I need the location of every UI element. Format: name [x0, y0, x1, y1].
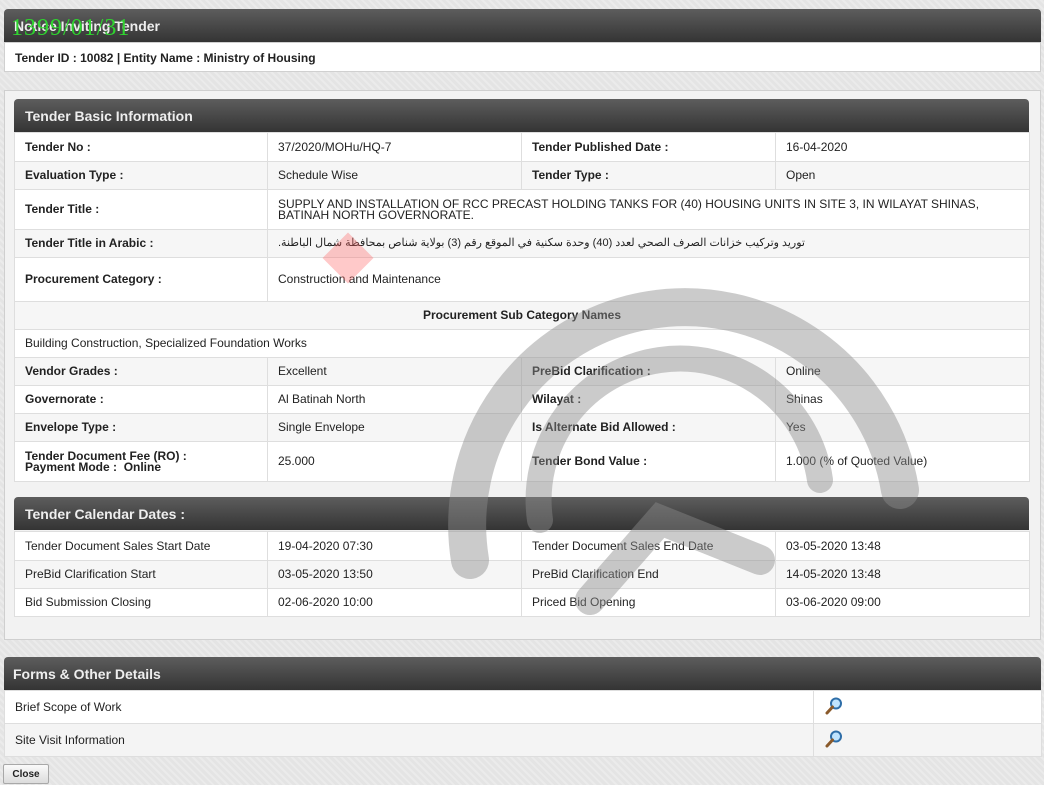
- table-row: Envelope Type : Single Envelope Is Alter…: [14, 413, 1030, 442]
- vendor-grades-value: Excellent: [267, 357, 522, 386]
- tender-title-arabic-label: Tender Title in Arabic :: [14, 229, 268, 258]
- forms-table: Brief Scope of Work Site Visit Informati…: [4, 690, 1042, 757]
- procurement-category-label: Procurement Category :: [14, 257, 268, 302]
- sales-end-label: Tender Document Sales End Date: [521, 531, 776, 561]
- table-row: Tender No : 37/2020/MOHu/HQ-7 Tender Pub…: [14, 132, 1030, 162]
- basic-info-title: Tender Basic Information: [25, 108, 193, 124]
- prebid-start-value: 03-05-2020 13:50: [267, 560, 522, 589]
- basic-info-table: Tender No : 37/2020/MOHu/HQ-7 Tender Pub…: [14, 132, 1030, 482]
- site-visit-label: Site Visit Information: [4, 723, 814, 757]
- table-row: Governorate : Al Batinah North Wilayat :…: [14, 385, 1030, 414]
- site-visit-view-cell: [813, 723, 1042, 757]
- list-item: Brief Scope of Work: [4, 690, 1042, 724]
- envelope-type-value: Single Envelope: [267, 413, 522, 442]
- sales-start-value: 19-04-2020 07:30: [267, 531, 522, 561]
- table-row: Procurement Category : Construction and …: [14, 257, 1030, 302]
- alternate-bid-value: Yes: [775, 413, 1030, 442]
- table-row: Tender Document Fee (RO) : Payment Mode …: [14, 441, 1030, 482]
- procurement-category-value: Construction and Maintenance: [267, 257, 1030, 302]
- sales-start-label: Tender Document Sales Start Date: [14, 531, 268, 561]
- evaluation-type-value: Schedule Wise: [267, 161, 522, 190]
- brief-scope-view-cell: [813, 690, 1042, 724]
- prebid-end-value: 14-05-2020 13:48: [775, 560, 1030, 589]
- tender-no-value: 37/2020/MOHu/HQ-7: [267, 132, 522, 162]
- close-button[interactable]: Close: [3, 764, 49, 784]
- tender-title-value: SUPPLY AND INSTALLATION OF RCC PRECAST H…: [267, 189, 1030, 230]
- governorate-label: Governorate :: [14, 385, 268, 414]
- sub-category-header: Procurement Sub Category Names: [14, 301, 1030, 330]
- evaluation-type-label: Evaluation Type :: [14, 161, 268, 190]
- table-row: Tender Document Sales Start Date 19-04-2…: [14, 531, 1030, 561]
- bid-closing-value: 02-06-2020 10:00: [267, 588, 522, 617]
- magnifier-icon[interactable]: [824, 729, 844, 749]
- prebid-end-label: PreBid Clarification End: [521, 560, 776, 589]
- payment-mode-label: Payment Mode :: [25, 459, 118, 474]
- forms-header: Forms & Other Details: [4, 657, 1041, 690]
- magnifier-icon[interactable]: [824, 696, 844, 716]
- tender-title-label: Tender Title :: [14, 189, 268, 230]
- tender-no-label: Tender No :: [14, 132, 268, 162]
- table-row: Tender Title : SUPPLY AND INSTALLATION O…: [14, 189, 1030, 230]
- published-date-value: 16-04-2020: [775, 132, 1030, 162]
- arabic-title-text: توريد وتركيب خزانات الصرف الصحي لعدد (40…: [278, 237, 805, 249]
- calendar-header: Tender Calendar Dates :: [14, 497, 1029, 530]
- governorate-value: Al Batinah North: [267, 385, 522, 414]
- wilayat-label: Wilayat :: [521, 385, 776, 414]
- tender-type-label: Tender Type :: [521, 161, 776, 190]
- tender-bond-value: 1.000 (% of Quoted Value): [775, 441, 1030, 482]
- calendar-table: Tender Document Sales Start Date 19-04-2…: [14, 531, 1030, 617]
- prebid-start-label: PreBid Clarification Start: [14, 560, 268, 589]
- window-title-bar: Notice Inviting Tender: [4, 9, 1041, 42]
- bid-closing-label: Bid Submission Closing: [14, 588, 268, 617]
- priced-bid-opening-label: Priced Bid Opening: [521, 588, 776, 617]
- brief-scope-label: Brief Scope of Work: [4, 690, 814, 724]
- date-stamp: 1399/01/31: [11, 15, 131, 41]
- list-item: Site Visit Information: [4, 723, 1042, 757]
- table-row: Tender Title in Arabic : توريد وتركيب خز…: [14, 229, 1030, 258]
- document-fee-value: 25.000: [267, 441, 522, 482]
- payment-mode-value: Online: [123, 459, 162, 474]
- vendor-grades-label: Vendor Grades :: [14, 357, 268, 386]
- table-row: Procurement Sub Category Names: [14, 301, 1030, 330]
- envelope-type-label: Envelope Type :: [14, 413, 268, 442]
- published-date-label: Tender Published Date :: [521, 132, 776, 162]
- table-row: Bid Submission Closing 02-06-2020 10:00 …: [14, 588, 1030, 617]
- table-row: PreBid Clarification Start 03-05-2020 13…: [14, 560, 1030, 589]
- payment-mode-line: Payment Mode : Online: [25, 459, 257, 474]
- sales-end-value: 03-05-2020 13:48: [775, 531, 1030, 561]
- tender-title-arabic-value: توريد وتركيب خزانات الصرف الصحي لعدد (40…: [267, 229, 1030, 258]
- wilayat-value: Shinas: [775, 385, 1030, 414]
- table-row: Evaluation Type : Schedule Wise Tender T…: [14, 161, 1030, 190]
- sub-category-value: Building Construction, Specialized Found…: [14, 329, 1030, 358]
- alternate-bid-label: Is Alternate Bid Allowed :: [521, 413, 776, 442]
- calendar-title: Tender Calendar Dates :: [25, 506, 186, 522]
- forms-title: Forms & Other Details: [13, 666, 161, 682]
- priced-bid-opening-value: 03-06-2020 09:00: [775, 588, 1030, 617]
- prebid-clarification-value: Online: [775, 357, 1030, 386]
- prebid-clarification-label: PreBid Clarification :: [521, 357, 776, 386]
- table-row: Vendor Grades : Excellent PreBid Clarifi…: [14, 357, 1030, 386]
- basic-info-header: Tender Basic Information: [14, 99, 1029, 132]
- tender-type-value: Open: [775, 161, 1030, 190]
- document-fee-label: Tender Document Fee (RO) : Payment Mode …: [14, 441, 268, 482]
- table-row: Building Construction, Specialized Found…: [14, 329, 1030, 358]
- tender-id-line: Tender ID : 10082 | Entity Name : Minist…: [4, 42, 1041, 72]
- tender-bond-label: Tender Bond Value :: [521, 441, 776, 482]
